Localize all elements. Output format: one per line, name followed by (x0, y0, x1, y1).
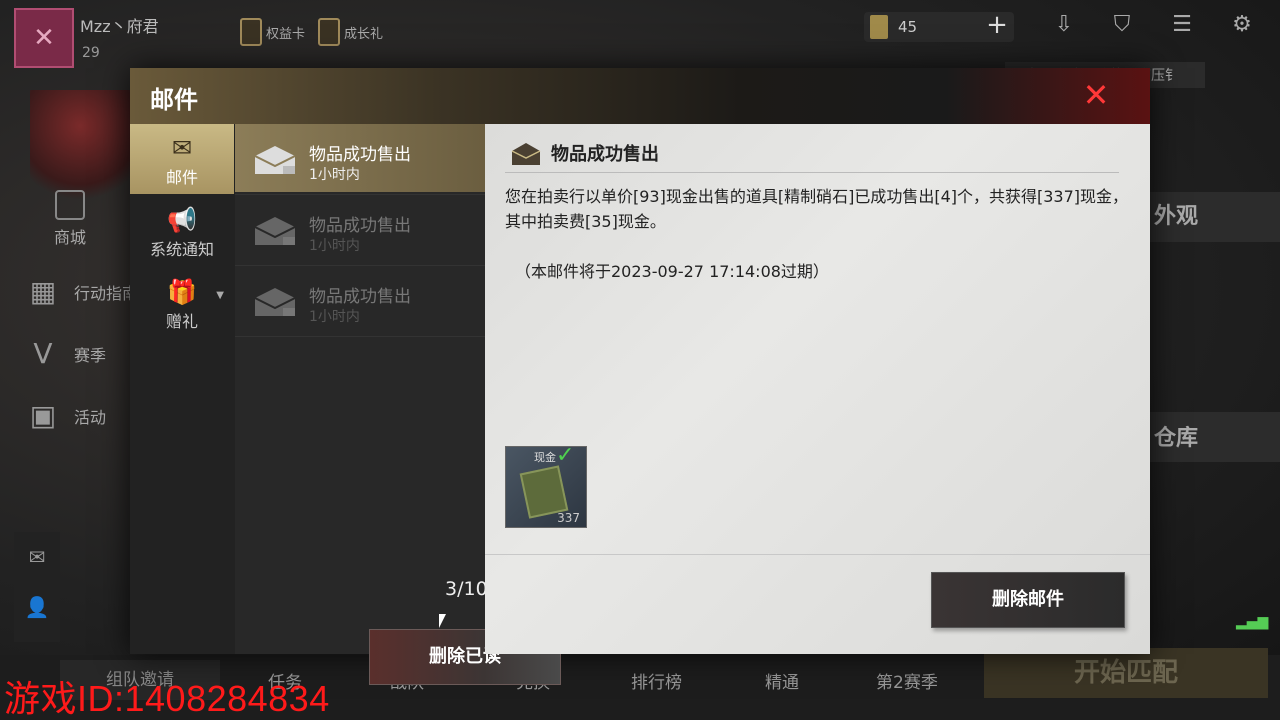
shield-icon (240, 18, 262, 46)
rights-card-link[interactable]: 权益卡 (240, 18, 305, 46)
game-screen: ✕ Mzz丶府君 29 权益卡 成长礼 45 + ⇩ ⛉ ☰ ⚙ 与夫卖店地图防… (0, 0, 1280, 720)
season-v-icon: V (33, 337, 53, 370)
mail-subject: 物品成功售出 (309, 216, 411, 236)
mail-shortcut-icon[interactable]: ✉ (14, 532, 60, 582)
mail-time: 1小时内 (309, 238, 360, 254)
tab-mastery[interactable]: 精通 (765, 668, 799, 693)
delete-mail-button[interactable]: 删除邮件 (931, 572, 1125, 628)
gear-icon[interactable]: ⚙ (1226, 12, 1258, 42)
gift-box-icon: ▣ (29, 399, 57, 432)
mail-list-item[interactable]: 物品成功售出 1小时内 (235, 195, 485, 263)
attachment-quantity: 337 (557, 511, 580, 525)
currency-amount: 45 (898, 18, 918, 36)
nav-guide[interactable]: ▦ 行动指南 (24, 275, 138, 309)
envelope-open-icon (254, 146, 296, 174)
attachment-item[interactable]: 现金 ✓ 337 (505, 443, 587, 528)
friends-icon[interactable]: 👤 (14, 582, 60, 632)
divider (485, 554, 1150, 555)
mail-detail-body: 您在拍卖行以单价[93]现金出售的道具[精制硝石]已成功售出[4]个，共获得[3… (505, 187, 1129, 231)
mail-list: 物品成功售出 1小时内 物品成功售出 1小时内 物品成功售出 1小时内 3/10… (235, 124, 561, 685)
mail-detail-subject: 物品成功售出 (551, 144, 659, 165)
nav-season-label: 赛季 (74, 346, 107, 365)
shop-bag-icon (55, 190, 85, 220)
envelope-icon (511, 143, 541, 165)
side-chat-panel: ✉ 👤 (14, 532, 60, 642)
game-id-watermark: 游戏ID:1408284834 (4, 678, 330, 719)
start-match-button[interactable]: 开始匹配 (984, 648, 1268, 698)
currency-icon (870, 15, 888, 39)
player-avatar[interactable]: ✕ (14, 8, 74, 68)
megaphone-icon: 📢 (167, 206, 197, 234)
menu-list-icon[interactable]: ☰ (1166, 12, 1198, 42)
gift-icon (318, 18, 340, 46)
lock-icon[interactable]: ⛉ (1106, 12, 1138, 42)
category-gift[interactable]: 🎁 赠礼 ▼ (130, 268, 234, 338)
mail-list-item[interactable]: 物品成功售出 1小时内 (235, 266, 485, 334)
category-system-notice-label: 系统通知 (149, 240, 214, 259)
divider (505, 172, 1119, 173)
warehouse-button[interactable]: 仓库 (1150, 412, 1280, 462)
player-level: 29 (82, 45, 100, 61)
nav-events[interactable]: ▣ 活动 (24, 399, 106, 433)
warehouse-label: 仓库 (1154, 426, 1199, 451)
add-currency-button[interactable]: + (983, 12, 1011, 40)
growth-gift-label: 成长礼 (344, 26, 384, 42)
tab-leaderboard[interactable]: 排行榜 (631, 668, 682, 693)
rights-card-label: 权益卡 (266, 26, 306, 42)
category-system-notice[interactable]: 📢 系统通知 (130, 196, 234, 266)
nav-events-label: 活动 (74, 408, 107, 427)
mail-time: 1小时内 (309, 167, 360, 183)
category-gift-label: 赠礼 (165, 312, 198, 331)
appearance-label: 外观 (1154, 204, 1199, 229)
mail-list-item[interactable]: 物品成功售出 1小时内 (235, 124, 485, 192)
appearance-button[interactable]: 外观 (1150, 192, 1280, 242)
mouse-cursor-icon (439, 614, 446, 628)
mail-dialog-header: 邮件 ✕ (130, 68, 1150, 124)
divider (235, 336, 485, 337)
growth-gift-link[interactable]: 成长礼 (318, 18, 383, 46)
close-icon[interactable]: ✕ (1080, 79, 1112, 112)
mail-subject: 物品成功售出 (309, 287, 411, 307)
mail-detail-pane: 物品成功售出 您在拍卖行以单价[93]现金出售的道具[精制硝石]已成功售出[4]… (485, 124, 1150, 654)
checkmark-icon: ✓ (556, 443, 575, 468)
category-mail[interactable]: ✉ 邮件 (130, 124, 234, 194)
category-mail-label: 邮件 (165, 168, 198, 187)
download-icon[interactable]: ⇩ (1048, 12, 1080, 42)
shop-button[interactable]: 商城 (40, 190, 100, 250)
mail-subject: 物品成功售出 (309, 145, 411, 165)
map-icon: ▦ (29, 275, 57, 308)
shop-label: 商城 (53, 228, 86, 247)
player-name: Mzz丶府君 (80, 17, 159, 36)
mail-time: 1小时内 (309, 309, 360, 325)
mail-category-column: ✉ 邮件 📢 系统通知 🎁 赠礼 ▼ (130, 124, 235, 654)
signal-icon: ▂▄▆ (1236, 614, 1269, 630)
tab-season-2[interactable]: 第2赛季 (876, 668, 938, 693)
envelope-open-icon (254, 217, 296, 245)
attachment-label: 现金 (534, 451, 556, 464)
mail-dialog: 邮件 ✕ ✉ 邮件 📢 系统通知 🎁 赠礼 ▼ 物品成功售出 1小时内 物品成功… (130, 68, 1150, 685)
mail-expiry-note: （本邮件将于2023-09-27 17:14:08过期） (515, 262, 829, 281)
envelope-icon: ✉ (171, 134, 193, 162)
chevron-down-icon: ▼ (216, 290, 224, 301)
nav-guide-label: 行动指南 (74, 284, 139, 303)
mail-dialog-title: 邮件 (150, 86, 198, 114)
envelope-open-icon (254, 288, 296, 316)
nav-season[interactable]: V 赛季 (24, 337, 106, 371)
